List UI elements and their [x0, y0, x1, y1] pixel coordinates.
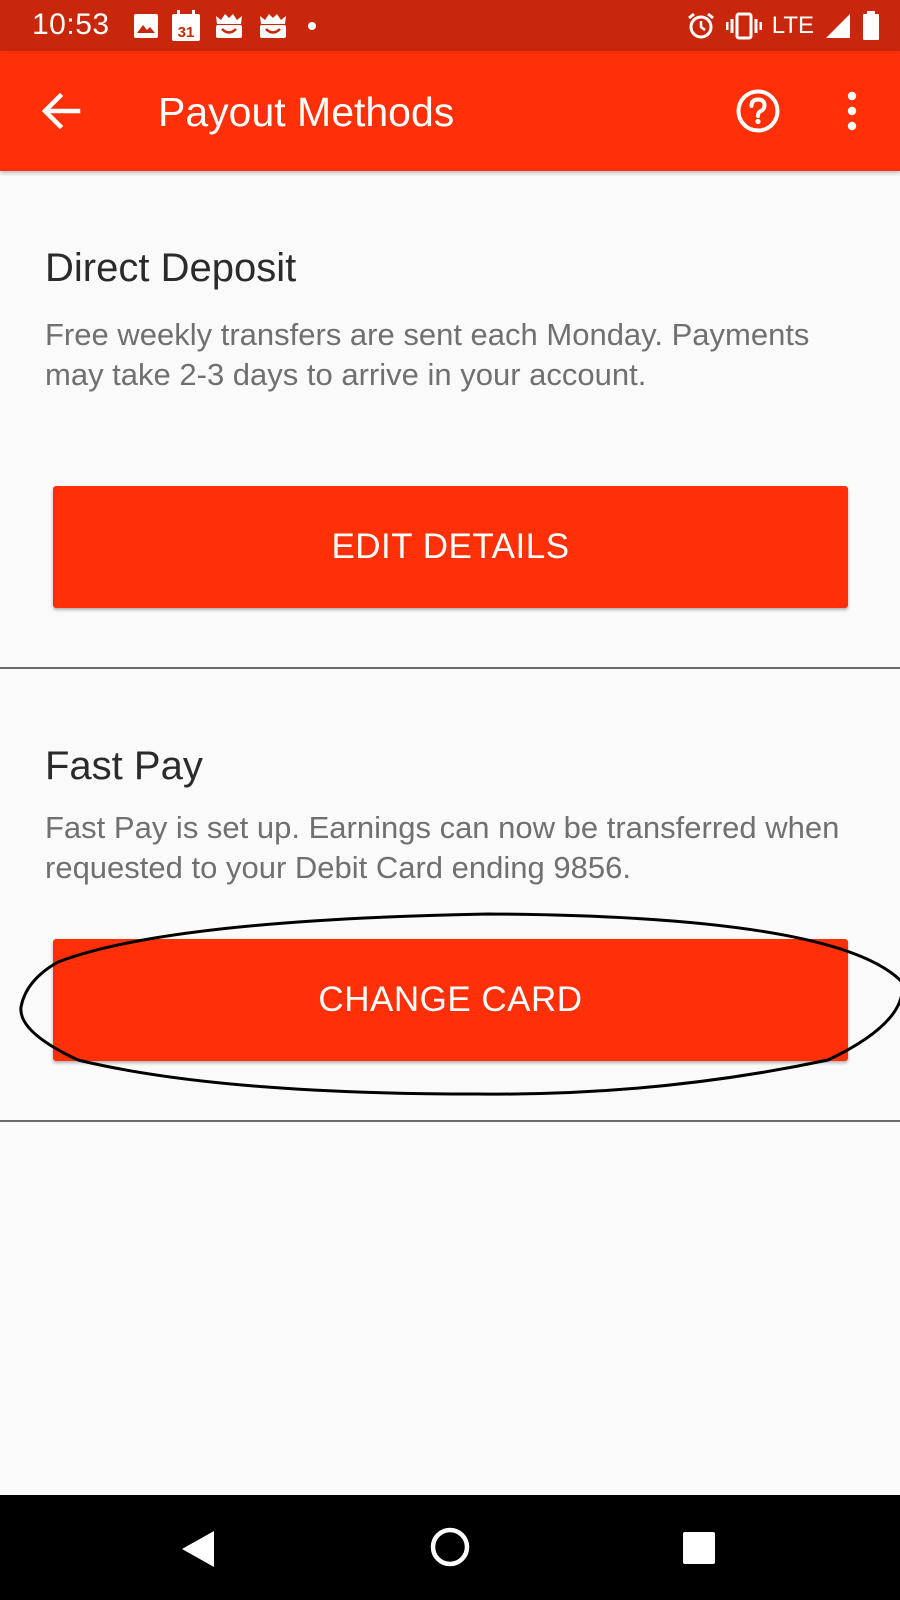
section-divider — [0, 1120, 900, 1122]
vibrate-icon — [725, 12, 762, 40]
nav-recents-icon — [683, 1532, 715, 1564]
fast-pay-title: Fast Pay — [45, 744, 203, 788]
fast-pay-description: Fast Pay is set up. Earnings can now be … — [45, 810, 840, 885]
status-time: 10:53 — [32, 8, 110, 41]
signal-icon — [826, 14, 850, 38]
calendar-icon: 31 — [172, 10, 200, 41]
network-type: LTE — [771, 12, 814, 39]
help-button[interactable] — [734, 87, 782, 135]
more-vert-icon — [847, 91, 857, 131]
navigation-bar — [0, 1495, 900, 1600]
edit-details-button[interactable]: EDIT DETAILS — [53, 486, 848, 608]
app-bar: Payout Methods — [0, 51, 900, 171]
image-icon — [134, 14, 158, 38]
status-left-icons: 31 — [133, 10, 323, 42]
more-options-button[interactable] — [828, 87, 876, 135]
dot-icon — [308, 22, 316, 30]
status-bar: 10:53 31 LTE — [0, 0, 900, 51]
direct-deposit-description: Free weekly transfers are sent each Mond… — [45, 317, 810, 392]
back-button[interactable] — [38, 88, 84, 134]
app-notification-icon — [260, 14, 286, 38]
nav-back-icon — [182, 1531, 214, 1567]
direct-deposit-title: Direct Deposit — [45, 246, 297, 290]
nav-recents-button[interactable] — [682, 1531, 716, 1570]
nav-home-button[interactable] — [430, 1527, 470, 1572]
app-notification-icon — [216, 14, 242, 38]
annotation-ellipse — [19, 912, 900, 1096]
alarm-icon — [687, 12, 714, 39]
battery-icon — [863, 11, 879, 40]
edit-details-label: EDIT DETAILS — [331, 527, 570, 566]
calendar-day: 31 — [178, 24, 195, 41]
help-circle-icon — [736, 89, 780, 133]
page-title: Payout Methods — [158, 89, 455, 135]
arrow-back-icon — [41, 93, 81, 129]
status-right-icons: LTE — [686, 10, 880, 42]
direct-deposit-section: Direct Deposit Free weekly transfers are… — [0, 171, 900, 669]
nav-home-icon — [430, 1527, 470, 1567]
nav-back-button[interactable] — [180, 1529, 216, 1574]
